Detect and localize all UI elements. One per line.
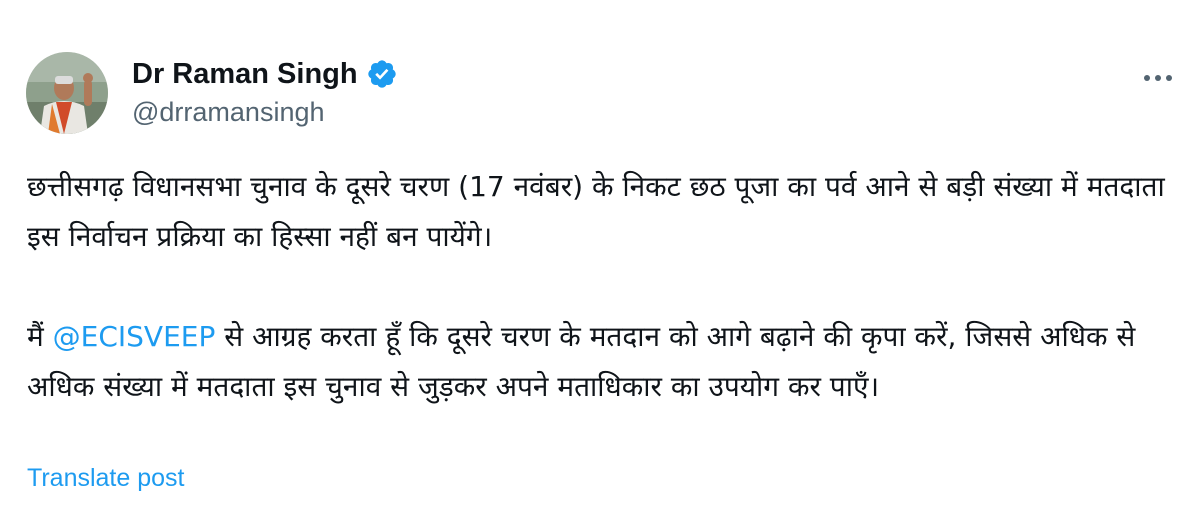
more-options-button[interactable]	[1136, 60, 1180, 96]
author-handle[interactable]: @drramansingh	[132, 97, 325, 128]
tweet-card: Dr Raman Singh @drramansingh छत्तीसगढ़ व…	[0, 0, 1200, 513]
profile-photo-icon	[26, 52, 108, 134]
post-paragraph-2-prefix: मैं	[27, 320, 53, 353]
mention-link[interactable]: @ECISVEEP	[53, 320, 216, 353]
author-name-row: Dr Raman Singh	[132, 56, 398, 92]
post-paragraph-2: मैं @ECISVEEP से आग्रह करता हूँ कि दूसरे…	[27, 312, 1177, 412]
post-text: छत्तीसगढ़ विधानसभा चुनाव के दूसरे चरण (1…	[27, 162, 1177, 412]
post-paragraph-1: छत्तीसगढ़ विधानसभा चुनाव के दूसरे चरण (1…	[27, 170, 1165, 253]
verified-badge-icon[interactable]	[366, 58, 398, 90]
author-display-name[interactable]: Dr Raman Singh	[132, 58, 358, 91]
more-options-icon	[1144, 75, 1172, 81]
translate-post-link[interactable]: Translate post	[27, 464, 184, 493]
avatar[interactable]	[26, 52, 108, 134]
